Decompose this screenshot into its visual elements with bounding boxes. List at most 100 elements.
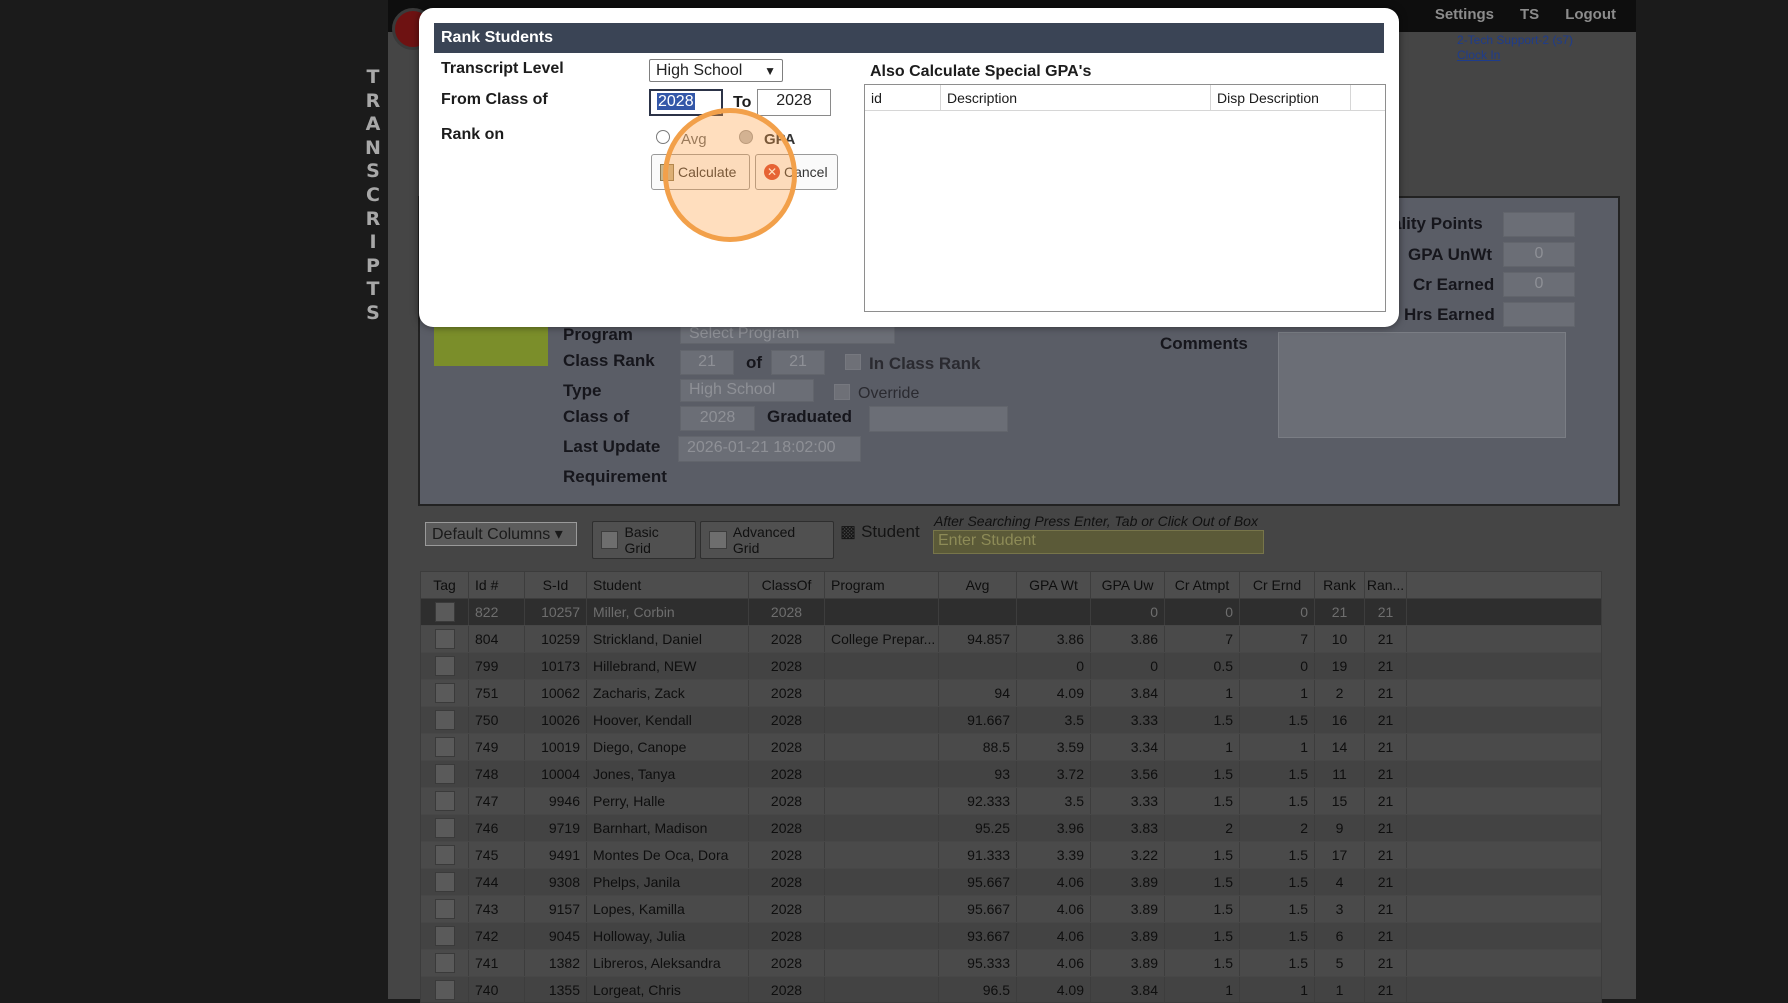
table-row[interactable]: 741 1382 Libreros, Aleksandra 2028 95.333 4.0… — [421, 950, 1601, 977]
tag-checkbox[interactable] — [434, 953, 455, 973]
columns-select[interactable]: Default Columns ▾ — [425, 522, 577, 546]
table-cell — [825, 923, 939, 949]
tag-checkbox[interactable] — [434, 899, 455, 919]
nav-ts[interactable]: TS — [1520, 6, 1539, 23]
table-cell: 3.5 — [1017, 788, 1091, 814]
comments-textarea[interactable] — [1278, 332, 1566, 438]
table-cell: 804 — [469, 626, 525, 652]
tag-checkbox[interactable] — [434, 872, 455, 892]
table-cell — [939, 599, 1017, 625]
table-cell: 4.06 — [1017, 869, 1091, 895]
tag-checkbox[interactable] — [434, 602, 455, 622]
grid-header-cell[interactable]: Cr Ernd — [1240, 572, 1315, 598]
tag-checkbox-cell[interactable] — [421, 788, 469, 814]
avg-radio[interactable] — [656, 130, 670, 144]
tag-checkbox[interactable] — [434, 656, 455, 676]
table-row[interactable]: 804 10259 Strickland, Daniel 2028 College Pr… — [421, 626, 1601, 653]
grid-header-cell[interactable]: Rank — [1315, 572, 1365, 598]
tag-checkbox-cell[interactable] — [421, 977, 469, 1002]
tag-checkbox[interactable] — [434, 791, 455, 811]
table-cell: 0 — [1240, 653, 1315, 679]
student-search-input[interactable]: Enter Student — [933, 530, 1264, 554]
tag-checkbox-cell[interactable] — [421, 815, 469, 841]
tag-checkbox-cell[interactable] — [421, 626, 469, 652]
grid-header-cell[interactable]: Id # — [469, 572, 525, 598]
grid-header-cell[interactable]: GPA Wt — [1017, 572, 1091, 598]
clock-in-link[interactable]: Clock In — [1457, 48, 1573, 63]
table-row[interactable]: 748 10004 Jones, Tanya 2028 93 3.72 3.56 1.5 1.5… — [421, 761, 1601, 788]
tag-checkbox-cell[interactable] — [421, 842, 469, 868]
tag-checkbox[interactable] — [434, 764, 455, 784]
class-rank-field[interactable]: 21 — [680, 350, 734, 375]
tag-checkbox-cell[interactable] — [421, 950, 469, 976]
grid-header-cell[interactable]: Avg — [939, 572, 1017, 598]
class-of-field[interactable]: 2028 — [680, 406, 755, 431]
table-row[interactable]: 747 9946 Perry, Halle 2028 92.333 3.5 3.33 1.5 1… — [421, 788, 1601, 815]
table-row[interactable]: 799 10173 Hillebrand, NEW 2028 0 0 0.5 0 19 21 — [421, 653, 1601, 680]
table-row[interactable]: 743 9157 Lopes, Kamilla 2028 95.667 4.06 3.89 1… — [421, 896, 1601, 923]
transcript-level-select[interactable]: High School ▼ — [649, 59, 783, 82]
tag-checkbox[interactable] — [434, 737, 455, 757]
override-checkbox[interactable] — [834, 384, 850, 400]
tag-checkbox-cell[interactable] — [421, 923, 469, 949]
table-row[interactable]: 744 9308 Phelps, Janila 2028 95.667 4.06 3.89 1… — [421, 869, 1601, 896]
table-row[interactable]: 742 9045 Holloway, Julia 2028 93.667 4.06 3.89… — [421, 923, 1601, 950]
tag-checkbox-cell[interactable] — [421, 680, 469, 706]
table-cell: 750 — [469, 707, 525, 733]
graduated-field[interactable] — [869, 406, 1008, 432]
table-row[interactable]: 746 9719 Barnhart, Madison 2028 95.25 3.96 3.8… — [421, 815, 1601, 842]
nav-settings[interactable]: Settings — [1435, 6, 1494, 23]
table-cell: 2028 — [749, 626, 825, 652]
tag-checkbox-cell[interactable] — [421, 761, 469, 787]
tag-checkbox-cell[interactable] — [421, 707, 469, 733]
grid-header-cell[interactable]: GPA Uw — [1091, 572, 1165, 598]
table-row[interactable]: 751 10062 Zacharis, Zack 2028 94 4.09 3.84 1 1 2 2… — [421, 680, 1601, 707]
table-row[interactable]: 745 9491 Montes De Oca, Dora 2028 91.333 3.39… — [421, 842, 1601, 869]
tag-checkbox-cell[interactable] — [421, 734, 469, 760]
cr-earned-field[interactable]: 0 — [1503, 272, 1575, 297]
table-row[interactable]: 740 1355 Lorgeat, Chris 2028 96.5 4.09 3.84 1 1 1… — [421, 977, 1601, 1002]
grid-header-cell[interactable]: S-Id — [525, 572, 587, 598]
quality-points-field[interactable] — [1503, 212, 1575, 237]
rank-of-field[interactable]: 21 — [771, 350, 825, 375]
tag-checkbox[interactable] — [434, 926, 455, 946]
tag-checkbox[interactable] — [434, 629, 455, 649]
table-row[interactable]: 750 10026 Hoover, Kendall 2028 91.667 3.5 3.33… — [421, 707, 1601, 734]
table-cell: 2028 — [749, 599, 825, 625]
table-cell — [825, 734, 939, 760]
advanced-grid-button[interactable]: Advanced Grid — [700, 521, 834, 559]
table-cell: 2028 — [749, 896, 825, 922]
table-cell: 746 — [469, 815, 525, 841]
table-row[interactable]: 749 10019 Diego, Canope 2028 88.5 3.59 3.34 1 1 1… — [421, 734, 1601, 761]
grid-body: 822 10257 Miller, Corbin 2028 0 0 0 21 21 804 1025… — [421, 599, 1601, 1002]
table-cell — [825, 815, 939, 841]
tag-checkbox-cell[interactable] — [421, 653, 469, 679]
table-cell — [825, 977, 939, 1002]
to-class-input[interactable]: 2028 — [757, 89, 831, 116]
grid-header-cell[interactable]: Cr Atmpt — [1165, 572, 1240, 598]
program-select[interactable]: Select Program — [680, 324, 895, 344]
table-cell — [825, 707, 939, 733]
grid-header-cell[interactable]: Student — [587, 572, 749, 598]
tag-checkbox-cell[interactable] — [421, 896, 469, 922]
grid-header-cell[interactable]: Program — [825, 572, 939, 598]
tag-checkbox-cell[interactable] — [421, 599, 469, 625]
tag-checkbox[interactable] — [434, 818, 455, 838]
table-cell: 745 — [469, 842, 525, 868]
tag-checkbox[interactable] — [434, 683, 455, 703]
grid-header-cell[interactable]: ClassOf — [749, 572, 825, 598]
tag-checkbox-cell[interactable] — [421, 869, 469, 895]
hrs-earned-field[interactable] — [1503, 302, 1575, 327]
tag-checkbox[interactable] — [434, 845, 455, 865]
table-cell: 1.5 — [1165, 923, 1240, 949]
in-class-rank-checkbox[interactable] — [845, 354, 861, 370]
gpa-unwt-field[interactable]: 0 — [1503, 242, 1575, 267]
grid-header-cell[interactable]: Ran... — [1365, 572, 1407, 598]
grid-header-cell[interactable]: Tag — [421, 572, 469, 598]
basic-grid-button[interactable]: Basic Grid — [592, 521, 696, 559]
tag-checkbox[interactable] — [434, 980, 455, 1000]
type-select[interactable]: High School — [680, 379, 814, 402]
tag-checkbox[interactable] — [434, 710, 455, 730]
nav-logout[interactable]: Logout — [1565, 6, 1616, 23]
table-row[interactable]: 822 10257 Miller, Corbin 2028 0 0 0 21 21 — [421, 599, 1601, 626]
